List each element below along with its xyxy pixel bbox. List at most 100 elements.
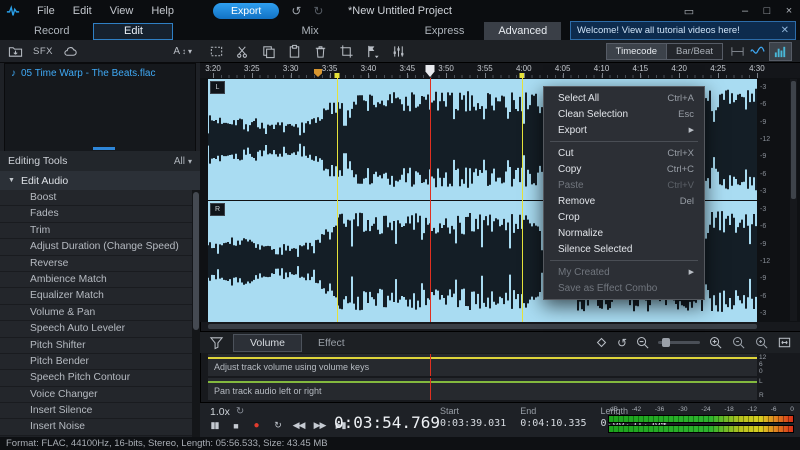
- playback-speed[interactable]: 1.0x ↻: [210, 406, 244, 418]
- tool-item-ambience-match[interactable]: Ambience Match: [0, 272, 192, 288]
- forward-button[interactable]: ▶▶: [313, 420, 326, 431]
- edit-toolbar: Timecode Bar/Beat: [200, 40, 800, 63]
- tool-item-boost[interactable]: Boost: [0, 190, 192, 206]
- waveform-horizontal-scrollbar[interactable]: [208, 323, 757, 330]
- menu-item-label: Select All: [558, 93, 599, 104]
- copy-icon[interactable]: [260, 43, 277, 60]
- barbeat-toggle-button[interactable]: Bar/Beat: [666, 43, 723, 60]
- zoom-slider[interactable]: [658, 341, 700, 344]
- context-menu-item-copy[interactable]: CopyCtrl+C: [544, 161, 704, 177]
- tool-list-scrollbar[interactable]: [192, 190, 200, 437]
- waveform-view-icon[interactable]: [749, 43, 766, 60]
- file-list-item[interactable]: ♪ 05 Time Warp - The Beats.flac: [5, 64, 195, 83]
- tools-filter-dropdown[interactable]: All ▾: [174, 156, 192, 167]
- selection-start-line[interactable]: [337, 78, 338, 322]
- minimize-button[interactable]: –: [734, 5, 756, 18]
- tab-effect[interactable]: Effect: [304, 335, 359, 351]
- menu-edit[interactable]: Edit: [64, 3, 101, 19]
- speed-loop-icon[interactable]: ↻: [236, 407, 244, 417]
- file-list-scrollbar[interactable]: [93, 147, 115, 150]
- scrollbar-thumb[interactable]: [791, 81, 796, 199]
- menu-view[interactable]: View: [101, 3, 143, 19]
- tool-item-voice-changer[interactable]: Voice Changer: [0, 387, 192, 403]
- stop-button[interactable]: ■: [229, 421, 242, 431]
- edit-audio-section[interactable]: ▼ Edit Audio: [0, 171, 200, 190]
- trim-icon[interactable]: [338, 43, 355, 60]
- marker-icon[interactable]: [364, 43, 381, 60]
- zoom-slider-knob[interactable]: [662, 338, 670, 347]
- timeline-ruler[interactable]: 3:203:253:303:353:403:453:503:554:004:05…: [200, 63, 800, 79]
- zoom-out-alt-icon[interactable]: [731, 335, 746, 350]
- tab-express[interactable]: Express: [415, 25, 475, 37]
- tool-item-reverse[interactable]: Reverse: [0, 256, 192, 272]
- menu-help[interactable]: Help: [142, 3, 183, 19]
- tool-item-fades[interactable]: Fades: [0, 206, 192, 222]
- sort-dropdown[interactable]: A↕ ▾: [173, 46, 192, 57]
- context-menu-item-cut[interactable]: CutCtrl+X: [544, 145, 704, 161]
- tool-item-adjust-duration-change-speed-[interactable]: Adjust Duration (Change Speed): [0, 239, 192, 255]
- rewind-button[interactable]: ◀◀: [292, 420, 305, 431]
- tool-item-pitch-shifter[interactable]: Pitch Shifter: [0, 338, 192, 354]
- tool-item-volume-pan[interactable]: Volume & Pan: [0, 305, 192, 321]
- tab-record[interactable]: Record: [34, 25, 69, 37]
- pan-keyframe-lane[interactable]: Pan track audio left or right: [208, 378, 757, 400]
- tool-item-equalizer-match[interactable]: Equalizer Match: [0, 288, 192, 304]
- tool-item-insert-noise[interactable]: Insert Noise: [0, 419, 192, 435]
- keyframe-icon[interactable]: [594, 335, 609, 350]
- context-menu-item-normalize[interactable]: Normalize: [544, 225, 704, 241]
- context-menu-item-clean-selection[interactable]: Clean SelectionEsc: [544, 106, 704, 122]
- spectral-view-icon[interactable]: [769, 42, 792, 61]
- tab-mix[interactable]: Mix: [301, 25, 318, 37]
- select-tool-icon[interactable]: [208, 43, 225, 60]
- volume-envelope-line[interactable]: [208, 357, 757, 359]
- tool-item-trim[interactable]: Trim: [0, 223, 192, 239]
- toolbar-right-group: Timecode Bar/Beat: [606, 42, 792, 61]
- paste-icon[interactable]: [286, 43, 303, 60]
- mixer-icon[interactable]: [390, 43, 407, 60]
- scrollbar-thumb[interactable]: [208, 324, 757, 329]
- scrollbar-thumb[interactable]: [193, 192, 199, 330]
- context-menu-item-remove[interactable]: RemoveDel: [544, 193, 704, 209]
- context-menu-item-crop[interactable]: Crop: [544, 209, 704, 225]
- tab-edit[interactable]: Edit: [93, 23, 173, 40]
- context-menu-item-select-all[interactable]: Select AllCtrl+A: [544, 90, 704, 106]
- screen-mode-icon[interactable]: ▭: [678, 5, 700, 18]
- toast-close-icon[interactable]: ✕: [781, 25, 789, 36]
- waveform-vertical-scrollbar[interactable]: [790, 79, 797, 321]
- export-button[interactable]: Export: [213, 3, 279, 19]
- tool-item-pitch-bender[interactable]: Pitch Bender: [0, 354, 192, 370]
- pan-envelope-line[interactable]: [208, 381, 757, 383]
- selection-end-line[interactable]: [522, 78, 523, 322]
- pause-button[interactable]: ▮▮: [208, 420, 221, 431]
- cloud-icon[interactable]: [63, 44, 78, 59]
- menu-file[interactable]: File: [28, 3, 64, 19]
- timecode-toggle-button[interactable]: Timecode: [606, 43, 666, 60]
- tab-advanced[interactable]: Advanced: [484, 22, 561, 40]
- tool-item-insert-silence[interactable]: Insert Silence: [0, 403, 192, 419]
- sfx-library-button[interactable]: SFX: [33, 46, 53, 57]
- playhead-line[interactable]: [430, 78, 431, 322]
- funnel-icon[interactable]: [208, 334, 225, 351]
- ruler-tick-label: 4:10: [594, 64, 610, 73]
- undo-icon[interactable]: ↺: [291, 4, 301, 18]
- zoom-out-icon[interactable]: [635, 335, 650, 350]
- import-media-icon[interactable]: [8, 44, 23, 59]
- fit-window-icon[interactable]: [777, 335, 792, 350]
- cut-icon[interactable]: [234, 43, 251, 60]
- range-icon[interactable]: [729, 43, 746, 60]
- context-menu-item-export[interactable]: Export▶: [544, 122, 704, 138]
- menu-shortcut: Esc: [678, 109, 694, 120]
- tab-volume[interactable]: Volume: [233, 334, 302, 352]
- close-button[interactable]: ×: [778, 5, 800, 18]
- volume-keyframe-lane[interactable]: Adjust track volume using volume keys: [208, 354, 757, 376]
- reset-zoom-icon[interactable]: ↺: [617, 337, 627, 349]
- maximize-button[interactable]: □: [756, 5, 778, 18]
- delete-icon[interactable]: [312, 43, 329, 60]
- zoom-in-icon[interactable]: [708, 335, 723, 350]
- context-menu-item-silence-selected[interactable]: Silence Selected: [544, 241, 704, 257]
- zoom-in-alt-icon[interactable]: [754, 335, 769, 350]
- tool-item-speech-auto-leveler[interactable]: Speech Auto Leveler: [0, 321, 192, 337]
- loop-button[interactable]: ↻: [271, 420, 284, 431]
- tool-item-speech-pitch-contour[interactable]: Speech Pitch Contour: [0, 370, 192, 386]
- record-button[interactable]: ●: [250, 420, 263, 431]
